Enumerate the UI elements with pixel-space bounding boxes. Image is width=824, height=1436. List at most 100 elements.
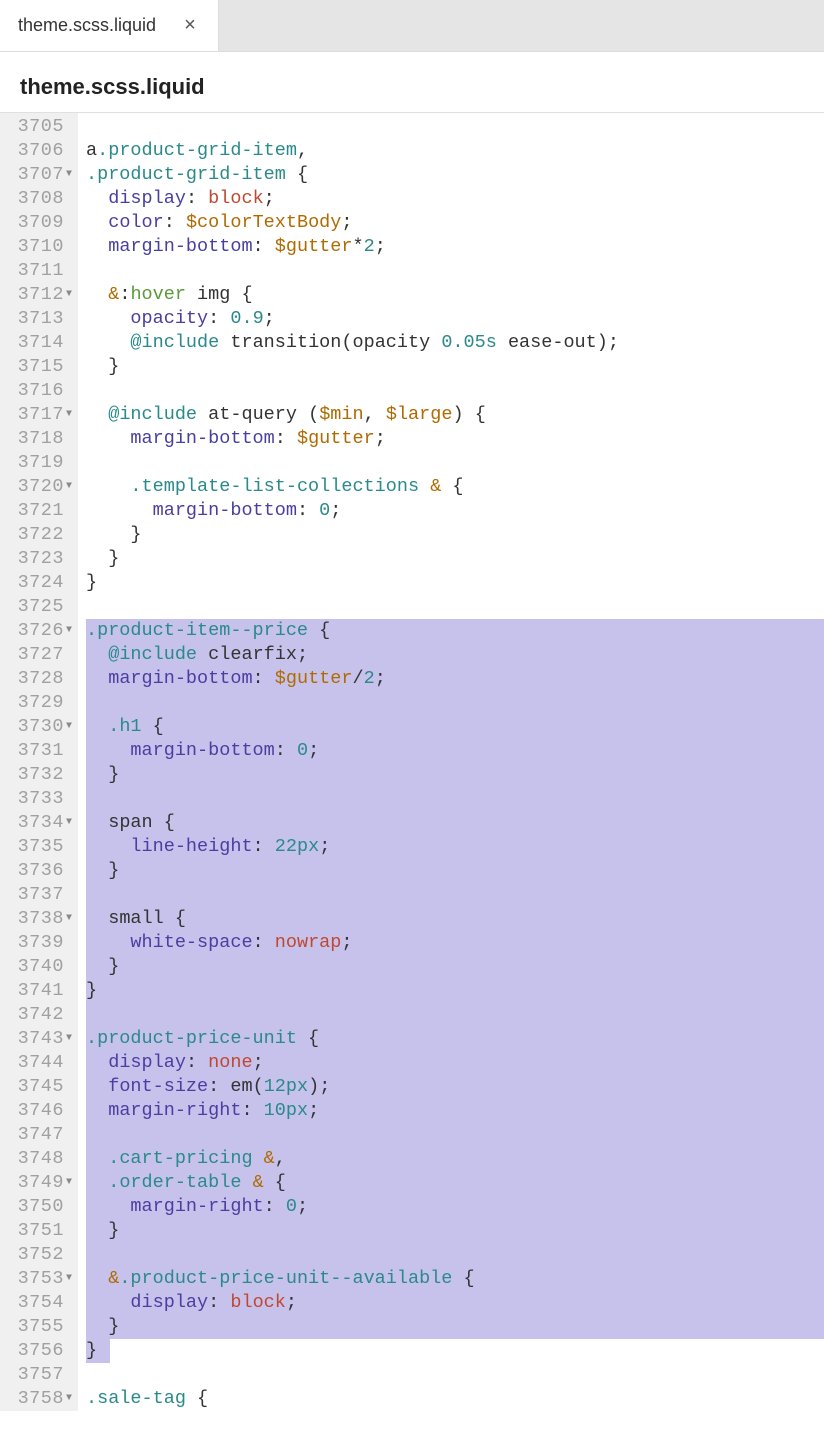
code-line[interactable] — [86, 787, 824, 811]
code-line[interactable]: display: none; — [86, 1051, 824, 1075]
fold-toggle-icon[interactable]: ▼ — [64, 1171, 74, 1195]
code-line[interactable] — [86, 883, 824, 907]
code-line[interactable]: .sale-tag { — [86, 1387, 824, 1411]
line-number: 3755 — [2, 1315, 76, 1339]
code-line[interactable]: .h1 { — [86, 715, 824, 739]
file-title: theme.scss.liquid — [20, 74, 804, 100]
fold-toggle-icon[interactable]: ▼ — [64, 1267, 74, 1291]
code-line[interactable]: @include at-query ($min, $large) { — [86, 403, 824, 427]
line-number: 3757 — [2, 1363, 76, 1387]
line-number: 3743▼ — [2, 1027, 76, 1051]
code-line[interactable]: span { — [86, 811, 824, 835]
code-line[interactable]: } — [86, 979, 824, 1003]
line-number: 3749▼ — [2, 1171, 76, 1195]
code-line[interactable] — [86, 1003, 824, 1027]
code-line[interactable]: &.product-price-unit--available { — [86, 1267, 824, 1291]
line-number: 3708 — [2, 187, 76, 211]
code-line[interactable]: line-height: 22px; — [86, 835, 824, 859]
line-number: 3740 — [2, 955, 76, 979]
line-number: 3750 — [2, 1195, 76, 1219]
code-line[interactable] — [86, 115, 824, 139]
code-line[interactable] — [86, 379, 824, 403]
code-line[interactable] — [86, 451, 824, 475]
line-number: 3707▼ — [2, 163, 76, 187]
code-line[interactable]: } — [86, 547, 824, 571]
fold-toggle-icon[interactable]: ▼ — [64, 907, 74, 931]
code-line[interactable]: } — [86, 955, 824, 979]
code-line[interactable]: margin-right: 0; — [86, 1195, 824, 1219]
code-line[interactable]: font-size: em(12px); — [86, 1075, 824, 1099]
line-number-gutter: 370537063707▼37083709371037113712▼371337… — [0, 113, 78, 1411]
code-line[interactable]: display: block; — [86, 187, 824, 211]
tab-label: theme.scss.liquid — [18, 15, 156, 36]
line-number: 3710 — [2, 235, 76, 259]
line-number: 3723 — [2, 547, 76, 571]
code-line[interactable]: .product-item--price { — [86, 619, 824, 643]
line-number: 3715 — [2, 355, 76, 379]
fold-toggle-icon[interactable]: ▼ — [64, 163, 74, 187]
code-line[interactable] — [86, 1123, 824, 1147]
code-line[interactable]: opacity: 0.9; — [86, 307, 824, 331]
line-number: 3746 — [2, 1099, 76, 1123]
line-number: 3711 — [2, 259, 76, 283]
fold-toggle-icon[interactable]: ▼ — [64, 619, 74, 643]
code-line[interactable]: .cart-pricing &, — [86, 1147, 824, 1171]
code-line[interactable]: display: block; — [86, 1291, 824, 1315]
fold-toggle-icon[interactable]: ▼ — [64, 403, 74, 427]
code-line[interactable]: } — [86, 859, 824, 883]
fold-toggle-icon[interactable]: ▼ — [64, 811, 74, 835]
line-number: 3727 — [2, 643, 76, 667]
close-icon[interactable]: × — [180, 12, 200, 39]
code-line[interactable]: @include transition(opacity 0.05s ease-o… — [86, 331, 824, 355]
line-number: 3753▼ — [2, 1267, 76, 1291]
line-number: 3733 — [2, 787, 76, 811]
code-line[interactable]: white-space: nowrap; — [86, 931, 824, 955]
line-number: 3720▼ — [2, 475, 76, 499]
code-line[interactable]: } — [86, 523, 824, 547]
line-number: 3751 — [2, 1219, 76, 1243]
code-line[interactable]: } — [86, 1219, 824, 1243]
code-line[interactable]: } — [86, 763, 824, 787]
code-line[interactable]: margin-bottom: 0; — [86, 499, 824, 523]
code-line[interactable]: margin-bottom: $gutter*2; — [86, 235, 824, 259]
line-number: 3744 — [2, 1051, 76, 1075]
line-number: 3758▼ — [2, 1387, 76, 1411]
code-line[interactable]: a.product-grid-item, — [86, 139, 824, 163]
fold-toggle-icon[interactable]: ▼ — [64, 715, 74, 739]
line-number: 3718 — [2, 427, 76, 451]
code-line[interactable]: } — [86, 1315, 824, 1339]
code-line[interactable]: .template-list-collections & { — [86, 475, 824, 499]
fold-toggle-icon[interactable]: ▼ — [64, 1027, 74, 1051]
line-number: 3737 — [2, 883, 76, 907]
code-line[interactable]: small { — [86, 907, 824, 931]
code-line[interactable]: .product-grid-item { — [86, 163, 824, 187]
code-line[interactable]: margin-bottom: $gutter; — [86, 427, 824, 451]
code-line[interactable] — [86, 1363, 824, 1387]
line-number: 3747 — [2, 1123, 76, 1147]
code-line[interactable]: @include clearfix; — [86, 643, 824, 667]
line-number: 3752 — [2, 1243, 76, 1267]
code-line[interactable]: .order-table & { — [86, 1171, 824, 1195]
code-editor[interactable]: 370537063707▼37083709371037113712▼371337… — [0, 113, 824, 1411]
code-line[interactable] — [86, 1243, 824, 1267]
code-line[interactable]: color: $colorTextBody; — [86, 211, 824, 235]
code-line[interactable]: margin-bottom: 0; — [86, 739, 824, 763]
code-line[interactable]: } — [86, 571, 824, 595]
code-line[interactable]: margin-right: 10px; — [86, 1099, 824, 1123]
code-area[interactable]: a.product-grid-item,.product-grid-item {… — [78, 113, 824, 1411]
code-line[interactable] — [86, 259, 824, 283]
fold-toggle-icon[interactable]: ▼ — [64, 475, 74, 499]
fold-toggle-icon[interactable]: ▼ — [64, 1387, 74, 1411]
code-line[interactable]: .product-price-unit { — [86, 1027, 824, 1051]
code-line[interactable] — [86, 691, 824, 715]
tab-theme-scss[interactable]: theme.scss.liquid × — [0, 0, 219, 51]
line-number: 3705 — [2, 115, 76, 139]
tab-bar: theme.scss.liquid × — [0, 0, 824, 52]
code-line[interactable]: } — [86, 1339, 824, 1363]
code-line[interactable]: &:hover img { — [86, 283, 824, 307]
code-line[interactable]: margin-bottom: $gutter/2; — [86, 667, 824, 691]
fold-toggle-icon[interactable]: ▼ — [64, 283, 74, 307]
code-line[interactable]: } — [86, 355, 824, 379]
code-line[interactable] — [86, 595, 824, 619]
line-number: 3717▼ — [2, 403, 76, 427]
